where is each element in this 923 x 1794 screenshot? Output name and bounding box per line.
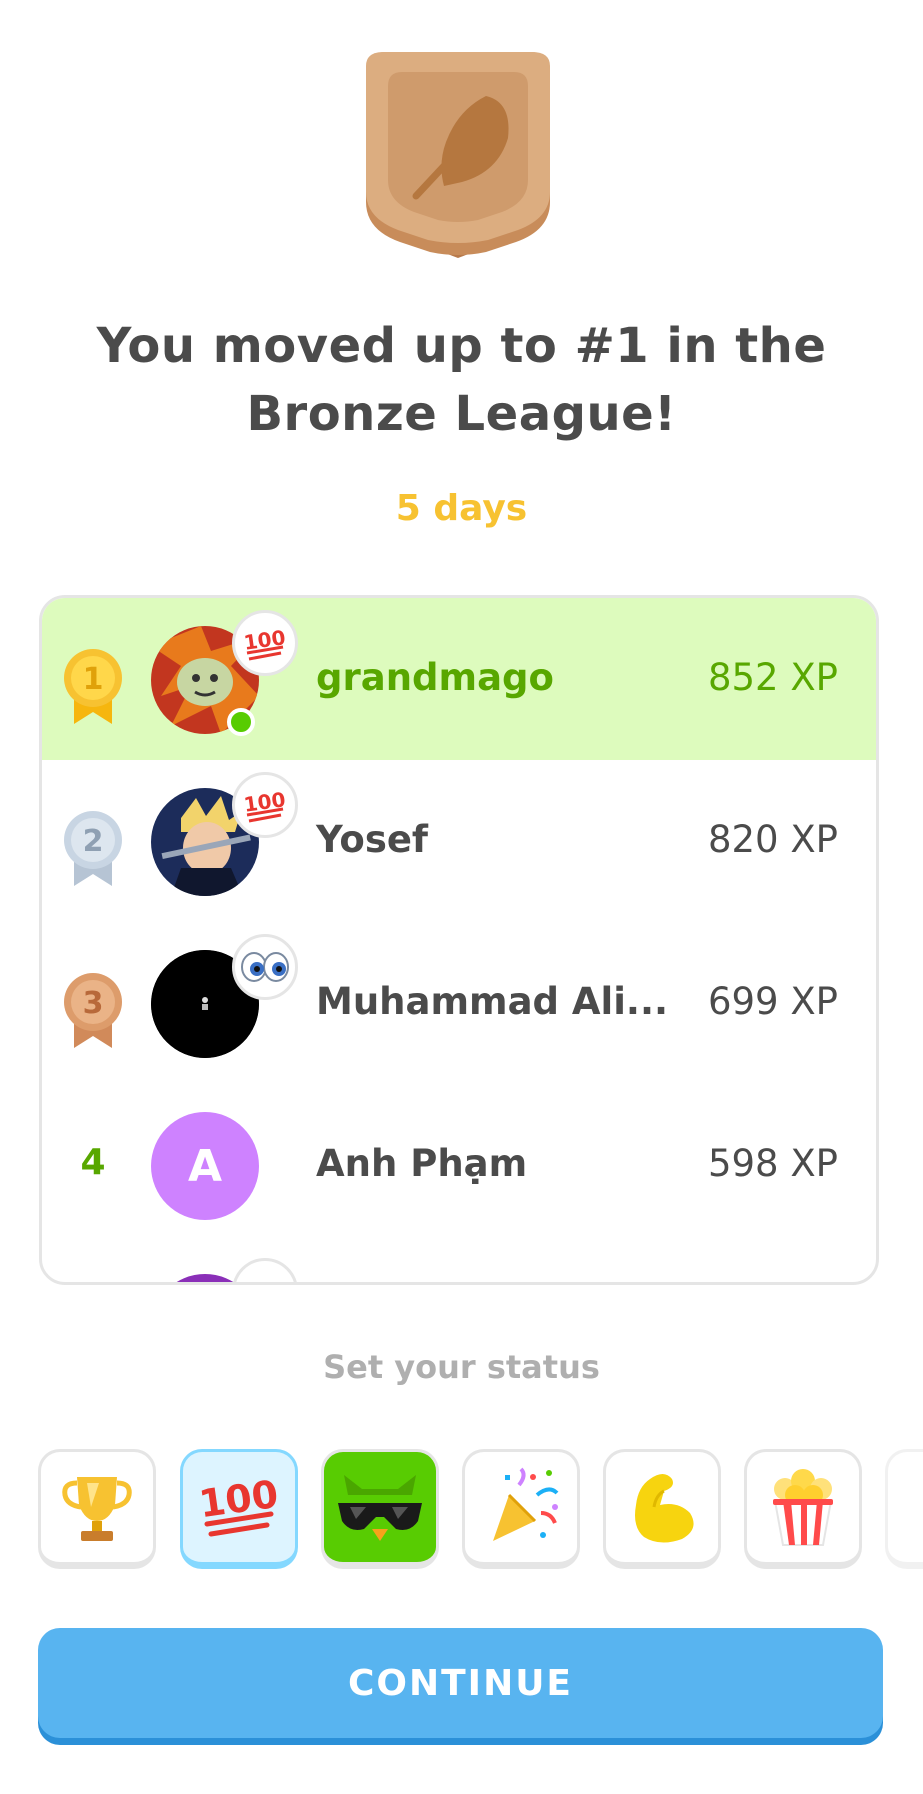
leaderboard-row[interactable]: 1 100 grandmago 852 XP — [42, 598, 876, 760]
hundred-points-icon: 100 — [197, 1472, 281, 1537]
party-popper-icon — [493, 1467, 559, 1541]
gold-medal-icon: 1 — [62, 648, 124, 724]
leaderboard-row[interactable]: 2 100 Yosef 820 XP — [42, 760, 876, 922]
set-status-label: Set your status — [323, 1348, 600, 1386]
rank-number: 4 — [80, 1142, 106, 1183]
silver-medal-icon: 2 — [62, 810, 124, 886]
status-option-popcorn[interactable] — [744, 1449, 862, 1569]
status-picker[interactable]: 100 — [0, 1449, 923, 1573]
status-option-party-popper[interactable] — [462, 1449, 580, 1569]
user-name[interactable]: Muhammad Ali... — [316, 980, 668, 1023]
feather-league-badge-icon — [366, 52, 550, 258]
status-option-hundred-points[interactable]: 100 — [180, 1449, 298, 1569]
rank-number: 2 — [83, 824, 104, 859]
status-option-trophy[interactable] — [38, 1449, 156, 1569]
status-option-more[interactable] — [885, 1449, 923, 1569]
user-name[interactable]: Anh Phạm — [316, 1142, 527, 1185]
hundred-points-icon: 100 — [232, 772, 298, 838]
leaderboard-row[interactable]: 3 Muhammad Ali... 699 XP — [42, 922, 876, 1084]
user-name[interactable]: Yosef — [316, 818, 428, 861]
rank-number: 3 — [83, 986, 104, 1021]
xp-value: 852 XP — [707, 656, 838, 699]
popcorn-icon — [773, 1469, 833, 1546]
xp-value: 699 XP — [707, 980, 838, 1023]
bronze-medal-icon: 3 — [62, 972, 124, 1048]
online-indicator — [227, 708, 255, 736]
leaderboard[interactable]: 1 100 grandmago 852 XP 2 100 Yosef 820 X… — [39, 595, 879, 1285]
xp-value: 820 XP — [707, 818, 838, 861]
cool-owl-icon — [326, 1455, 434, 1559]
leaderboard-row[interactable]: 4 A Anh Phạm 598 XP — [42, 1084, 876, 1246]
avatar[interactable]: A — [151, 1112, 259, 1220]
hundred-points-icon: 100 — [232, 610, 298, 676]
leaderboard-row[interactable] — [42, 1246, 876, 1282]
time-left-label: 5 days — [395, 488, 528, 529]
rank-number: 1 — [83, 662, 104, 697]
flexed-biceps-icon — [635, 1474, 694, 1543]
hundred-points-icon — [232, 1258, 298, 1282]
status-option-flexed-biceps[interactable] — [603, 1449, 721, 1569]
status-option-cool-owl[interactable] — [321, 1449, 439, 1569]
user-name[interactable]: grandmago — [316, 656, 554, 699]
continue-button[interactable]: CONTINUE — [38, 1628, 883, 1738]
trophy-icon — [62, 1477, 132, 1541]
xp-value: 598 XP — [707, 1142, 838, 1185]
eyes-icon — [232, 934, 298, 1000]
page-title: You moved up to #1 in the Bronze League! — [96, 318, 827, 442]
